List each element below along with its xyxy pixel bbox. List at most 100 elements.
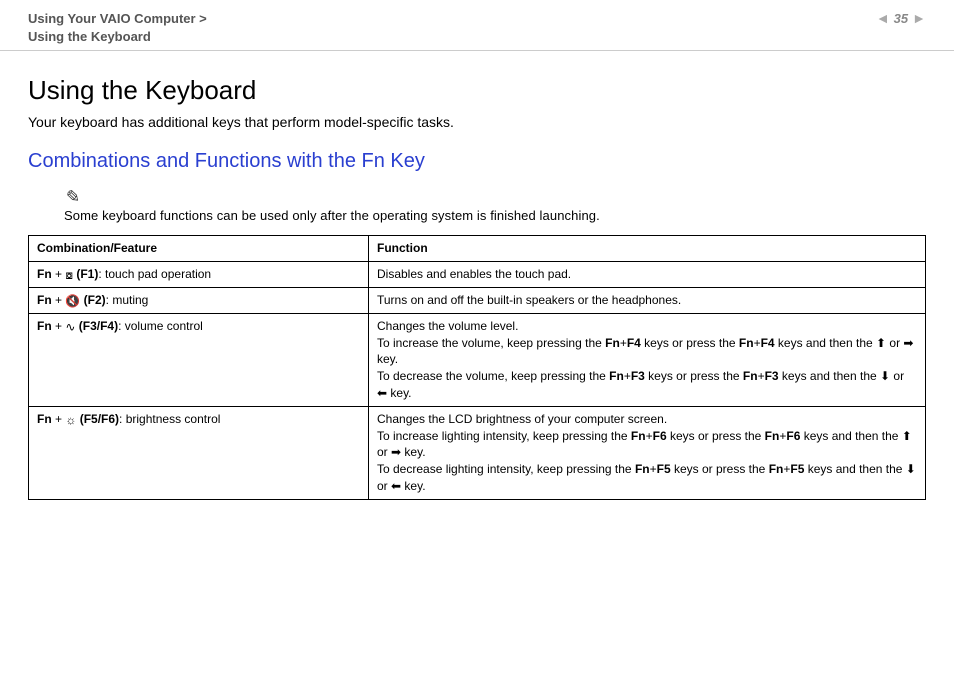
key-label: (F5/F6) [76,412,119,426]
combo-cell: Fn + ⧇ (F1): touch pad operation [29,262,369,288]
key-label: (F3/F4) [75,319,118,333]
or-text: or [377,445,391,459]
key-bold: Fn [605,336,620,350]
func-text: keys and then the [775,336,876,350]
or-text: or [886,336,903,350]
key-bold: F6 [786,429,800,443]
func-text: key. [387,386,411,400]
func-text: keys or press the [641,336,739,350]
note-pencil-icon: ✎ [62,186,81,209]
key-label: (F2) [80,293,105,307]
note-block: ✎ Some keyboard functions can be used on… [64,187,926,223]
breadcrumb-line2: Using the Keyboard [28,28,207,46]
plus-text: + [624,369,631,383]
key-bold: Fn [769,462,784,476]
plus-text: + [754,336,761,350]
combo-suffix: : volume control [118,319,203,333]
function-cell: Turns on and off the built-in speakers o… [369,287,926,313]
plus-text: + [52,293,66,307]
mute-icon: 🔇 [65,295,80,307]
down-arrow-icon: ⬇ [880,369,890,383]
next-page-icon[interactable]: ► [912,10,926,26]
key-bold: F4 [761,336,775,350]
header-combination: Combination/Feature [29,236,369,262]
function-cell: Changes the volume level. To increase th… [369,313,926,406]
right-arrow-icon: ➡ [903,336,913,350]
plus-text: + [758,369,765,383]
combo-cell: Fn + 🔇 (F2): muting [29,287,369,313]
key-bold: F5 [790,462,804,476]
table-row: Fn + ⧇ (F1): touch pad operation Disable… [29,262,926,288]
func-text: To increase the volume, keep pressing th… [377,336,605,350]
left-arrow-icon: ⬅ [391,479,401,493]
key-bold: Fn [743,369,758,383]
or-text: or [890,369,904,383]
key-bold: F5 [657,462,671,476]
func-text: key. [401,479,425,493]
func-text: keys or press the [667,429,765,443]
key-bold: Fn [739,336,754,350]
touchpad-x-icon: ⧇ [65,269,73,281]
table-row: Fn + 🔇 (F2): muting Turns on and off the… [29,287,926,313]
key-bold: F3 [631,369,645,383]
func-text: keys and then the [800,429,901,443]
func-text: key. [401,445,425,459]
brightness-icon: ☼ [65,414,76,426]
intro-text: Your keyboard has additional keys that p… [28,114,926,130]
key-bold: Fn [631,429,646,443]
note-text: Some keyboard functions can be used only… [64,208,600,223]
left-arrow-icon: ⬅ [377,386,387,400]
plus-text: + [620,336,627,350]
plus-text: + [52,412,66,426]
func-text: keys and then the [779,369,880,383]
func-text: keys or press the [671,462,769,476]
header-function: Function [369,236,926,262]
prev-page-icon[interactable]: ◄ [876,10,890,26]
section-subtitle: Combinations and Functions with the Fn K… [28,150,926,173]
up-arrow-icon: ⬆ [902,429,912,443]
func-text: To decrease lighting intensity, keep pre… [377,462,635,476]
plus-text: + [650,462,657,476]
right-arrow-icon: ➡ [391,445,401,459]
combo-cell: Fn + ∿ (F3/F4): volume control [29,313,369,406]
function-cell: Disables and enables the touch pad. [369,262,926,288]
volume-icon: ∿ [65,321,75,333]
table-row: Fn + ☼ (F5/F6): brightness control Chang… [29,406,926,499]
key-bold: F3 [765,369,779,383]
combo-suffix: : brightness control [119,412,220,426]
func-text: key. [377,352,398,366]
down-arrow-icon: ⬇ [906,462,916,476]
plus-text: + [646,429,653,443]
func-text: keys and then the [804,462,905,476]
fn-label: Fn [37,319,52,333]
key-bold: F6 [653,429,667,443]
key-label: (F1) [73,267,98,281]
combo-suffix: : muting [106,293,149,307]
up-arrow-icon: ⬆ [876,336,886,350]
fn-label: Fn [37,267,52,281]
breadcrumb: Using Your VAIO Computer > Using the Key… [28,10,207,46]
func-text: keys or press the [645,369,743,383]
table-row: Fn + ∿ (F3/F4): volume control Changes t… [29,313,926,406]
or-text: or [377,479,391,493]
key-bold: F4 [627,336,641,350]
func-line: Changes the LCD brightness of your compu… [377,412,667,426]
fn-label: Fn [37,293,52,307]
key-bold: Fn [609,369,624,383]
table-header-row: Combination/Feature Function [29,236,926,262]
fn-label: Fn [37,412,52,426]
content-area: Using the Keyboard Your keyboard has add… [0,51,954,509]
key-bold: Fn [635,462,650,476]
plus-text: + [52,267,66,281]
func-text: To decrease the volume, keep pressing th… [377,369,609,383]
func-line: Changes the volume level. [377,319,518,333]
plus-text: + [52,319,66,333]
func-text: To increase lighting intensity, keep pre… [377,429,631,443]
breadcrumb-line1: Using Your VAIO Computer > [28,10,207,28]
page-title: Using the Keyboard [28,75,926,106]
key-bold: Fn [765,429,780,443]
page-number: 35 [894,11,908,26]
combo-cell: Fn + ☼ (F5/F6): brightness control [29,406,369,499]
function-cell: Changes the LCD brightness of your compu… [369,406,926,499]
fn-key-table: Combination/Feature Function Fn + ⧇ (F1)… [28,235,926,499]
